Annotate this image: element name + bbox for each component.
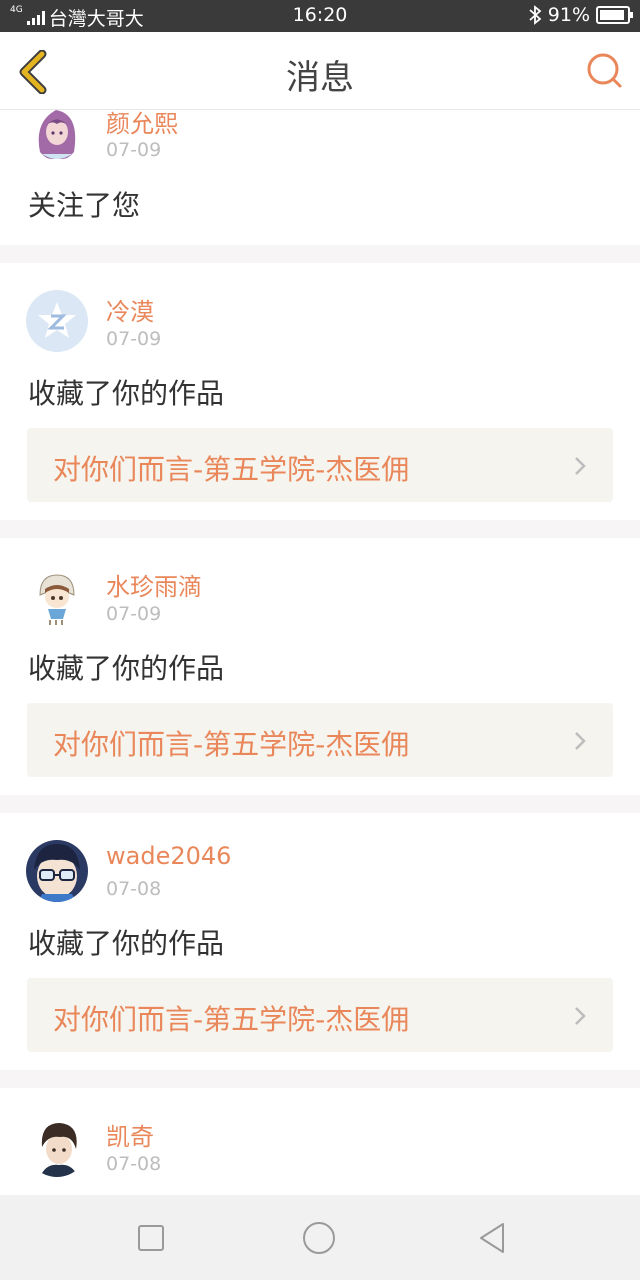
work-title: 对你们而言-第五学院-杰医佣 — [53, 1003, 410, 1036]
battery-percent: 91% — [547, 4, 590, 26]
notification-card[interactable]: 颜允熙 07-09 关注了您 — [0, 110, 640, 245]
avatar-illustration — [26, 565, 88, 627]
recent-apps-icon[interactable] — [133, 1220, 169, 1256]
home-icon[interactable] — [301, 1220, 337, 1256]
avatar[interactable] — [26, 840, 88, 902]
avatar-illustration — [26, 110, 88, 164]
notification-card[interactable]: wade2046 07-08 收藏了你的作品 对你们而言-第五学院-杰医佣 — [0, 813, 640, 1070]
bluetooth-icon — [529, 5, 542, 25]
action-text: 收藏了你的作品 — [28, 927, 225, 960]
notification-card[interactable]: 凯奇 07-08 — [0, 1088, 640, 1195]
action-text: 收藏了你的作品 — [28, 652, 225, 685]
avatar[interactable] — [26, 290, 88, 352]
avatar[interactable] — [26, 565, 88, 627]
chevron-right-icon — [575, 457, 586, 475]
battery-level — [600, 10, 624, 20]
username[interactable]: 颜允熙 — [106, 110, 178, 139]
action-text: 收藏了你的作品 — [28, 377, 225, 410]
avatar-illustration — [26, 1115, 88, 1177]
timestamp: 07-09 — [106, 139, 162, 161]
battery-icon — [596, 6, 633, 24]
system-nav-bar — [0, 1195, 640, 1280]
status-bar: 4G 台灣大哥大 16:20 91% — [0, 0, 640, 32]
avatar-illustration — [26, 840, 88, 902]
username[interactable]: 冷漠 — [106, 292, 154, 327]
action-text: 关注了您 — [28, 189, 141, 222]
username[interactable]: wade2046 — [106, 842, 231, 870]
search-icon[interactable] — [586, 52, 624, 90]
username[interactable]: 水珍雨滴 — [106, 567, 202, 602]
status-icons: 91% — [528, 4, 633, 26]
chevron-right-icon — [575, 732, 586, 750]
timestamp: 07-09 — [106, 328, 162, 350]
notification-card[interactable]: 冷漠 07-09 收藏了你的作品 对你们而言-第五学院-杰医佣 — [0, 263, 640, 520]
work-link[interactable]: 对你们而言-第五学院-杰医佣 — [27, 703, 613, 777]
work-link[interactable]: 对你们而言-第五学院-杰医佣 — [27, 428, 613, 502]
page-title: 消息 — [286, 58, 354, 98]
avatar[interactable] — [26, 1115, 88, 1177]
timestamp: 07-09 — [106, 603, 162, 625]
chevron-right-icon — [575, 1007, 586, 1025]
work-title: 对你们而言-第五学院-杰医佣 — [53, 453, 410, 486]
username[interactable]: 凯奇 — [106, 1117, 154, 1152]
qq-zone-star-icon — [38, 302, 76, 338]
work-title: 对你们而言-第五学院-杰医佣 — [53, 728, 410, 761]
work-link[interactable]: 对你们而言-第五学院-杰医佣 — [27, 978, 613, 1052]
avatar[interactable] — [26, 110, 88, 164]
notification-card[interactable]: 水珍雨滴 07-09 收藏了你的作品 对你们而言-第五学院-杰医佣 — [0, 538, 640, 795]
timestamp: 07-08 — [106, 878, 162, 900]
back-triangle-icon[interactable] — [475, 1220, 511, 1256]
notification-feed[interactable]: 颜允熙 07-09 关注了您 冷漠 07-09 收藏了你的作品 对你们而言-第五… — [0, 110, 640, 1195]
timestamp: 07-08 — [106, 1153, 162, 1175]
header: 消息 — [0, 32, 640, 110]
